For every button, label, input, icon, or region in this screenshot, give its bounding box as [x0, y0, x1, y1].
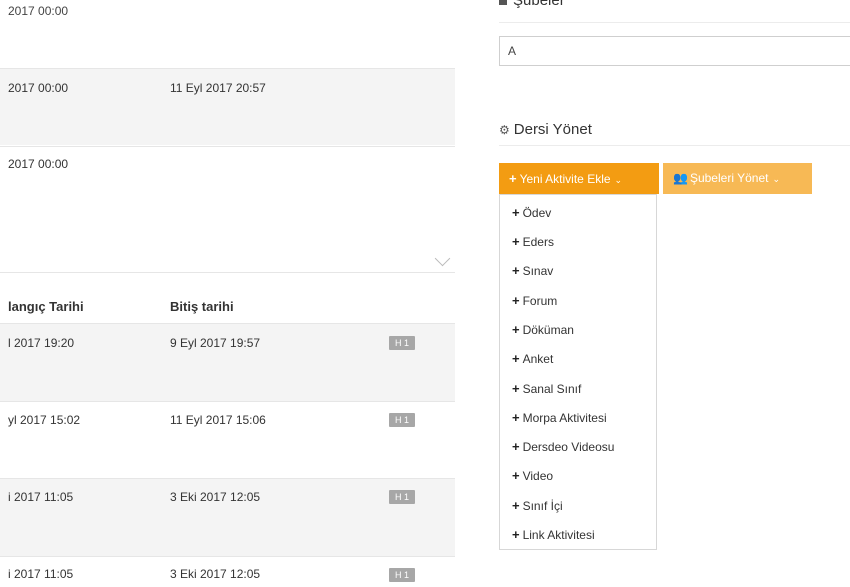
divider — [499, 145, 850, 146]
menu-item-anket[interactable]: + Anket — [512, 351, 553, 366]
menu-item-morpa-aktivitesi[interactable]: + Morpa Aktivitesi — [512, 410, 607, 425]
row-start-date: 2017 00:00 — [8, 4, 69, 18]
menu-item-link-aktivitesi[interactable]: + Link Aktivitesi — [512, 527, 595, 542]
plus-icon: + — [512, 263, 520, 278]
row-start-date: l 2017 19:20 — [8, 336, 75, 350]
row-end-date: 11 Eyl 2017 20:57 — [170, 81, 266, 95]
menu-item-forum[interactable]: + Forum — [512, 293, 557, 308]
branch-input[interactable]: A — [499, 36, 850, 66]
plus-icon: + — [512, 351, 520, 366]
users-icon: 👥 — [673, 171, 688, 185]
section-title-subeler: Şubeler — [499, 0, 565, 9]
plus-icon: + — [512, 293, 520, 308]
menu-item-video[interactable]: + Video — [512, 468, 553, 483]
menu-item-odev[interactable]: + Ödev — [512, 205, 551, 220]
status-badge: H 1 — [389, 413, 415, 427]
divider — [0, 146, 455, 147]
status-badge: H 1 — [389, 568, 415, 582]
chevron-down-icon[interactable] — [434, 250, 451, 267]
status-badge: H 1 — [389, 490, 415, 504]
add-activity-label: Yeni Aktivite Ekle — [519, 172, 611, 186]
plus-icon: + — [512, 234, 520, 249]
plus-icon: + — [512, 468, 520, 483]
row-start-date: 2017 00:00 — [8, 81, 69, 95]
menu-item-dokuman[interactable]: + Döküman — [512, 322, 574, 337]
plus-icon: + — [512, 381, 520, 396]
plus-icon: + — [512, 498, 520, 513]
row-start-date: i 2017 11:05 — [8, 490, 74, 504]
activity-dropdown-menu: + Ödev + Eders + Sınav + Forum + Döküman + Ank… — [499, 194, 657, 550]
divider — [499, 22, 850, 23]
menu-item-eders[interactable]: + Eders — [512, 234, 554, 249]
row-end-date: 11 Eyl 2017 15:06 — [170, 413, 266, 427]
menu-item-dersdeo-videosu[interactable]: + Dersdeo Videosu — [512, 439, 614, 454]
row-end-date: 3 Eki 2017 12:05 — [170, 567, 261, 581]
manage-branches-button[interactable]: 👥 Şubeleri Yönet ⌄ — [663, 163, 812, 194]
gears-icon: ⚙ — [499, 123, 510, 137]
row-end-date: 9 Eyl 2017 19:57 — [170, 336, 261, 350]
add-activity-button[interactable]: + Yeni Aktivite Ekle ⌄ — [499, 163, 659, 194]
row-start-date: i 2017 11:05 — [8, 567, 74, 581]
row-end-date: 3 Eki 2017 12:05 — [170, 490, 261, 504]
section-title-dersi-yonet: ⚙ Dersi Yönet — [499, 121, 592, 138]
menu-item-sinif-ici[interactable]: + Sınıf İçi — [512, 498, 563, 513]
plus-icon: + — [512, 410, 520, 425]
plus-icon: + — [512, 205, 520, 220]
manage-branches-label: Şubeleri Yönet — [689, 171, 769, 185]
row-start-date: 2017 00:00 — [8, 157, 69, 171]
plus-icon: + — [512, 439, 520, 454]
column-header-start: langıç Tarihi — [8, 299, 84, 314]
plus-icon: + — [509, 171, 517, 186]
menu-item-sanal-sinif[interactable]: + Sanal Sınıf — [512, 381, 581, 396]
row-start-date: yl 2017 15:02 — [8, 413, 81, 427]
divider — [0, 556, 455, 557]
plus-icon: + — [512, 527, 520, 542]
menu-item-sinav[interactable]: + Sınav — [512, 263, 553, 278]
divider — [0, 272, 455, 273]
column-header-end: Bitiş tarihi — [170, 299, 234, 314]
divider — [0, 401, 455, 402]
status-badge: H 1 — [389, 336, 415, 350]
square-icon — [499, 0, 507, 6]
chevron-down-icon: ⌄ — [614, 175, 623, 185]
plus-icon: + — [512, 322, 520, 337]
chevron-down-icon: ⌄ — [772, 174, 781, 184]
